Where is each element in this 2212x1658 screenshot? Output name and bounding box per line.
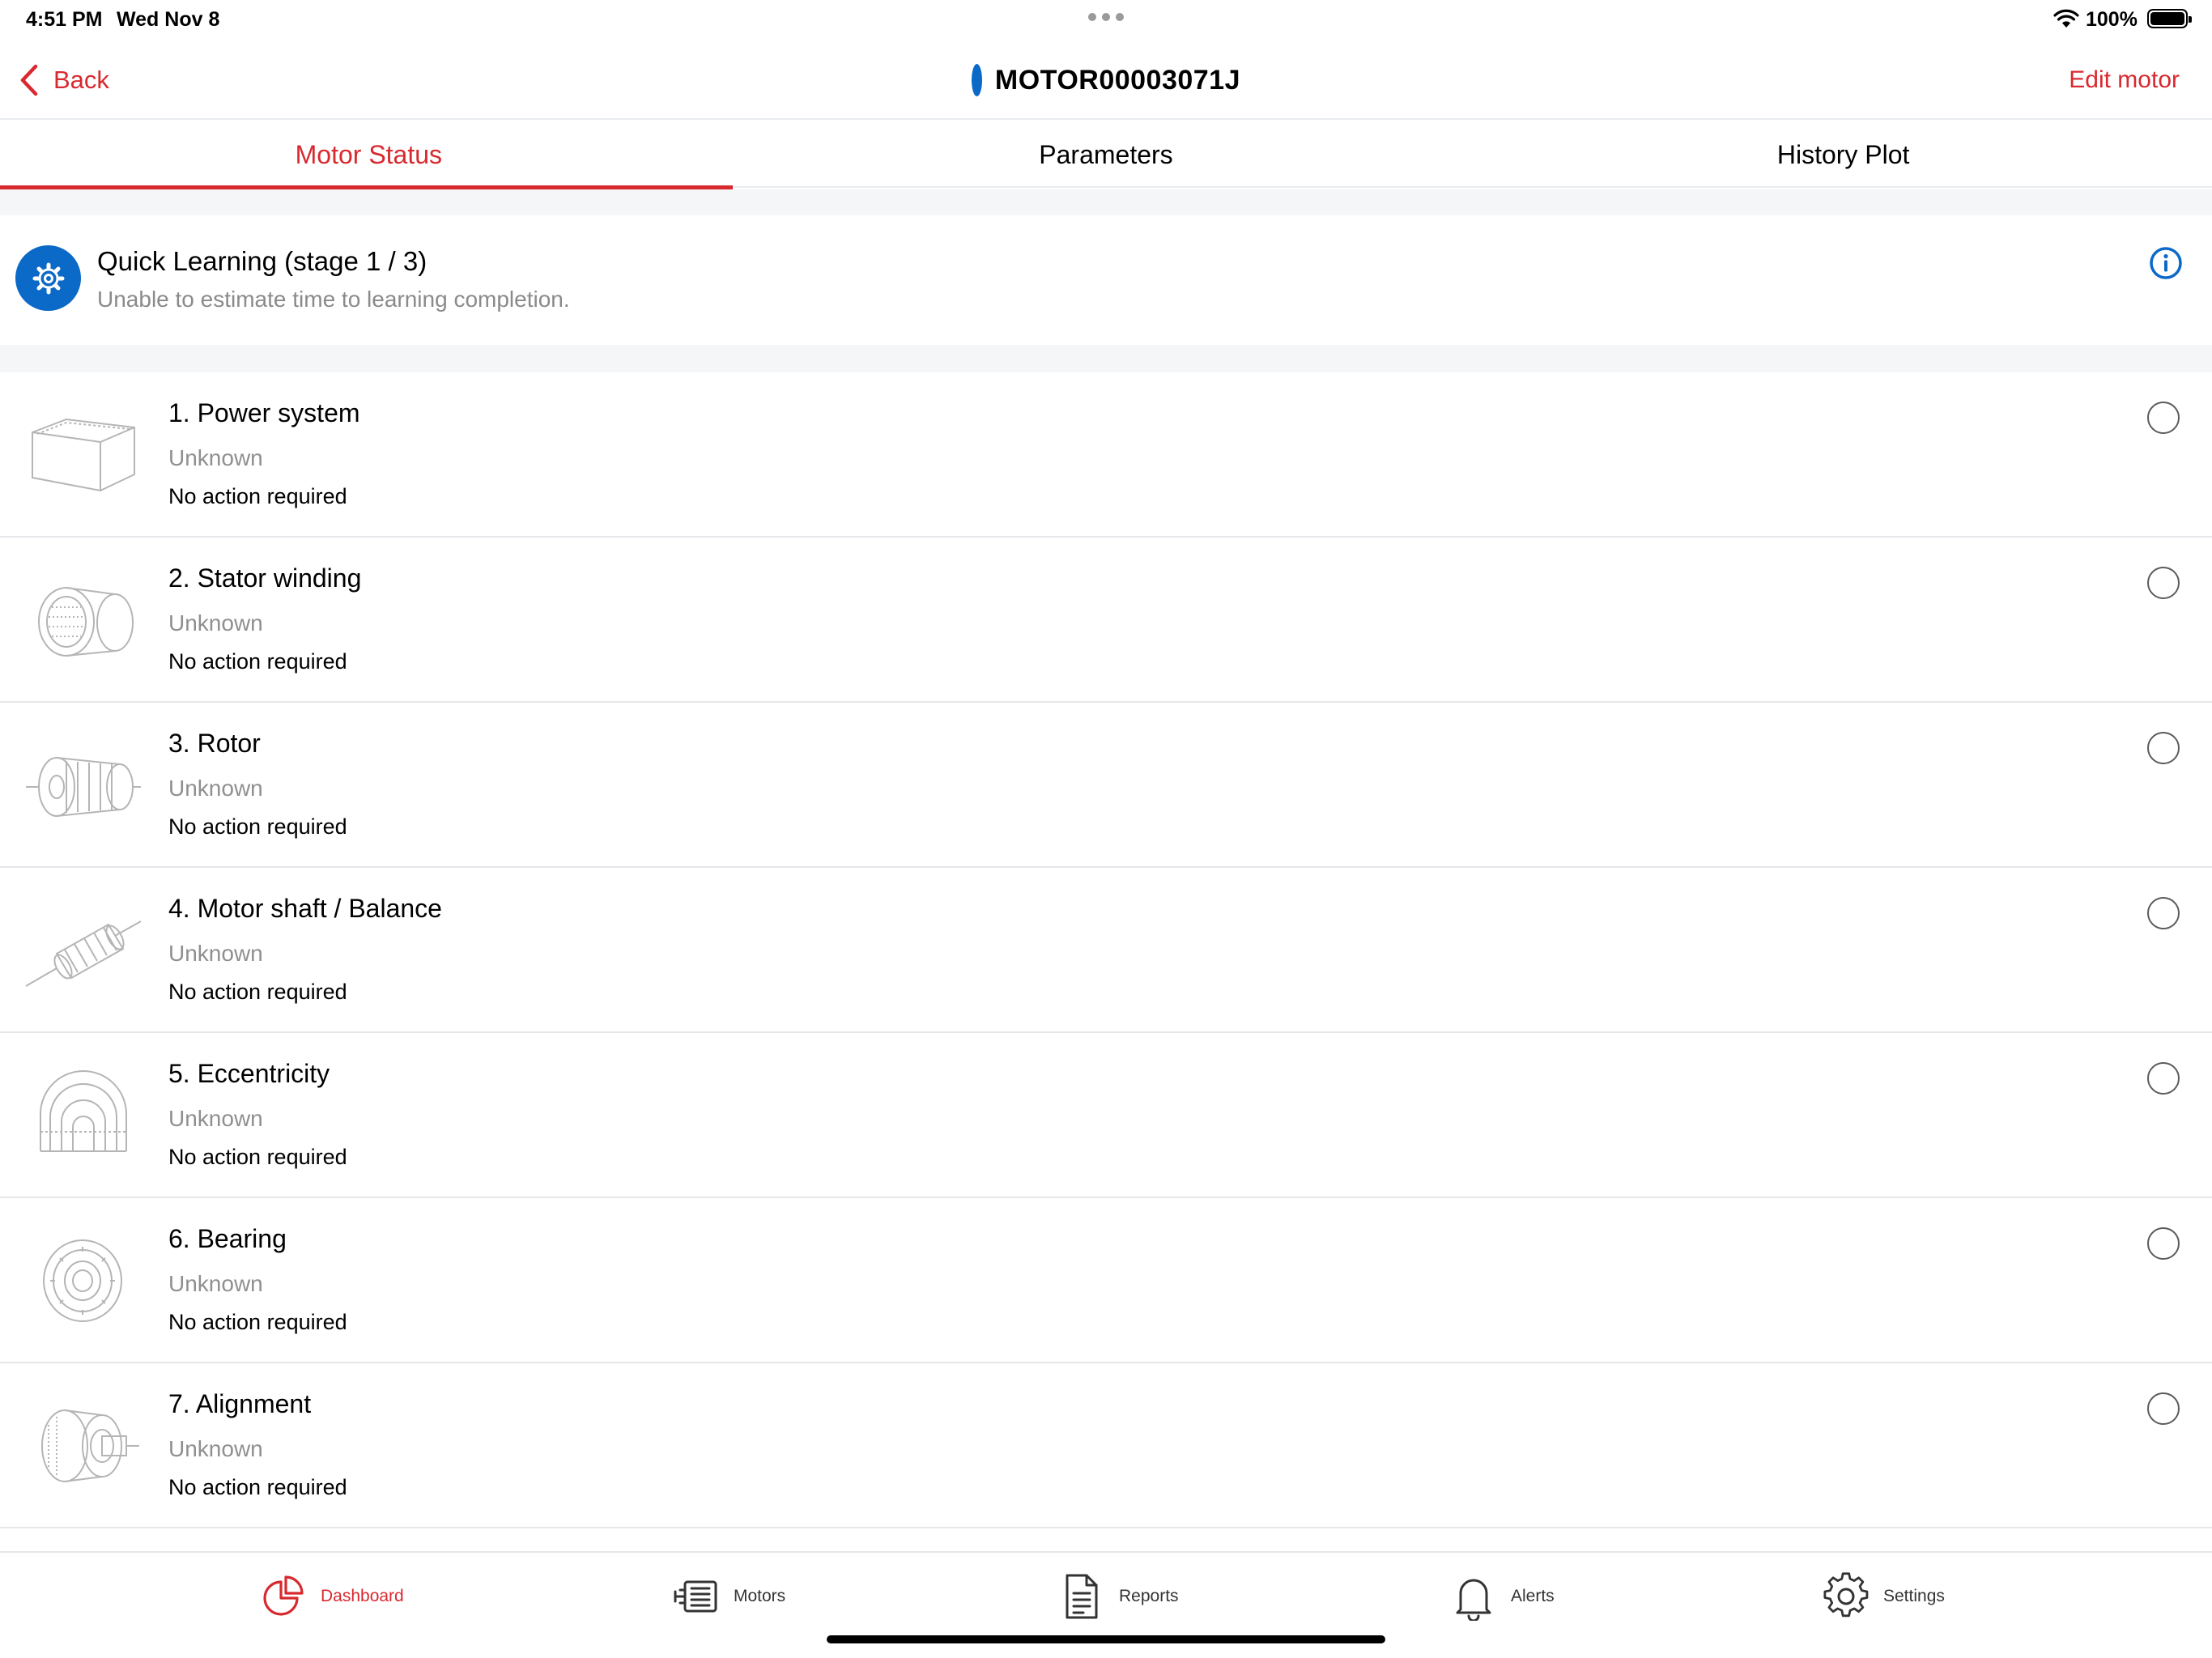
list-item-motor-shaft-balance[interactable]: 4. Motor shaft / Balance Unknown No acti… xyxy=(0,868,2212,1033)
motor-status-list: 1. Power system Unknown No action requir… xyxy=(0,372,2212,1528)
eccentricity-icon xyxy=(40,1070,127,1152)
item-title: 3. Rotor xyxy=(168,729,261,758)
list-item-stator-winding[interactable]: 2. Stator winding Unknown No action requ… xyxy=(0,538,2212,703)
motor-status-dot xyxy=(972,64,982,96)
shaft-icon xyxy=(25,920,142,987)
stator-icon xyxy=(38,587,134,657)
learning-subtitle: Unable to estimate time to learning comp… xyxy=(97,287,570,312)
item-status: Unknown xyxy=(168,445,263,470)
tab-bar-settings[interactable]: Settings xyxy=(1822,1571,1945,1622)
learning-gear-icon xyxy=(15,245,81,311)
tab-motor-status[interactable]: Motor Status xyxy=(0,121,738,189)
battery-icon xyxy=(2147,9,2192,28)
select-radio[interactable] xyxy=(2147,732,2180,764)
item-title: 7. Alignment xyxy=(168,1389,312,1418)
select-radio[interactable] xyxy=(2147,567,2180,599)
motors-icon xyxy=(674,1580,717,1613)
learning-card: Quick Learning (stage 1 / 3) Unable to e… xyxy=(0,215,2212,345)
tab-parameters[interactable]: Parameters xyxy=(738,121,1475,188)
bearing-icon xyxy=(43,1239,122,1322)
info-icon[interactable] xyxy=(2149,246,2183,280)
item-status: Unknown xyxy=(168,941,263,966)
item-status: Unknown xyxy=(168,1106,263,1131)
item-status: Unknown xyxy=(168,610,263,636)
tab-bar-label: Settings xyxy=(1883,1587,1945,1605)
item-action: No action required xyxy=(168,980,347,1004)
reports-icon xyxy=(1066,1574,1098,1619)
item-action: No action required xyxy=(168,1475,347,1499)
page-title: MOTOR00003071J xyxy=(994,64,1240,96)
select-radio[interactable] xyxy=(2147,402,2180,434)
select-radio[interactable] xyxy=(2147,1227,2180,1260)
section-divider xyxy=(0,189,2212,215)
edit-motor-button[interactable]: Edit motor xyxy=(2069,60,2180,100)
tab-bar-motors[interactable]: Motors xyxy=(672,1571,785,1622)
tab-bar-reports[interactable]: Reports xyxy=(1057,1571,1179,1622)
tab-bar-label: Reports xyxy=(1119,1587,1179,1605)
item-title: 1. Power system xyxy=(168,398,360,427)
status-bar: 4:51 PM Wed Nov 8 100% xyxy=(0,0,2212,39)
list-item-eccentricity[interactable]: 5. Eccentricity Unknown No action requir… xyxy=(0,1033,2212,1198)
status-time: 4:51 PM xyxy=(26,8,103,31)
item-action: No action required xyxy=(168,1145,347,1169)
select-radio[interactable] xyxy=(2147,1392,2180,1425)
nav-title-group: MOTOR00003071J xyxy=(972,60,1240,100)
tab-bar-alerts[interactable]: Alerts xyxy=(1449,1571,1555,1622)
list-item-power-system[interactable]: 1. Power system Unknown No action requir… xyxy=(0,372,2212,538)
list-item-alignment[interactable]: 7. Alignment Unknown No action required xyxy=(0,1363,2212,1528)
chevron-left-icon xyxy=(20,64,38,96)
rotor-icon xyxy=(26,757,141,817)
list-item-bearing[interactable]: 6. Bearing Unknown No action required xyxy=(0,1198,2212,1363)
item-status: Unknown xyxy=(168,1436,263,1461)
tab-bar-label: Dashboard xyxy=(321,1587,404,1605)
item-action: No action required xyxy=(168,649,347,674)
item-title: 5. Eccentricity xyxy=(168,1059,330,1088)
item-action: No action required xyxy=(168,1310,347,1334)
tabs: Motor Status Parameters History Plot xyxy=(0,121,2212,189)
gear-icon xyxy=(1823,1572,1869,1618)
multitasking-dots[interactable] xyxy=(1088,13,1124,21)
item-title: 6. Bearing xyxy=(168,1224,287,1253)
nav-bar: Back MOTOR00003071J Edit motor xyxy=(0,39,2212,120)
item-status: Unknown xyxy=(168,1271,263,1296)
wifi-icon xyxy=(2053,9,2079,28)
power-system-icon xyxy=(32,418,135,492)
back-label: Back xyxy=(53,66,109,94)
item-title: 2. Stator winding xyxy=(168,563,362,593)
alignment-icon xyxy=(41,1409,139,1482)
back-button[interactable]: Back xyxy=(18,60,109,100)
dashboard-icon xyxy=(263,1575,304,1616)
home-indicator[interactable] xyxy=(827,1635,1385,1643)
learning-title: Quick Learning (stage 1 / 3) xyxy=(97,246,428,276)
tab-bar-label: Alerts xyxy=(1511,1587,1555,1605)
item-status: Unknown xyxy=(168,776,263,801)
section-divider xyxy=(0,345,2212,372)
item-action: No action required xyxy=(168,814,347,839)
list-item-rotor[interactable]: 3. Rotor Unknown No action required xyxy=(0,703,2212,868)
select-radio[interactable] xyxy=(2147,1062,2180,1095)
tab-bar-label: Motors xyxy=(734,1587,786,1605)
item-title: 4. Motor shaft / Balance xyxy=(168,894,442,923)
bell-icon xyxy=(1456,1579,1491,1621)
status-date: Wed Nov 8 xyxy=(117,8,220,31)
battery-percent: 100% xyxy=(2086,8,2138,31)
tab-bar-dashboard[interactable]: Dashboard xyxy=(259,1571,404,1622)
item-action: No action required xyxy=(168,484,347,508)
select-radio[interactable] xyxy=(2147,897,2180,929)
tab-history-plot[interactable]: History Plot xyxy=(1474,121,2212,188)
